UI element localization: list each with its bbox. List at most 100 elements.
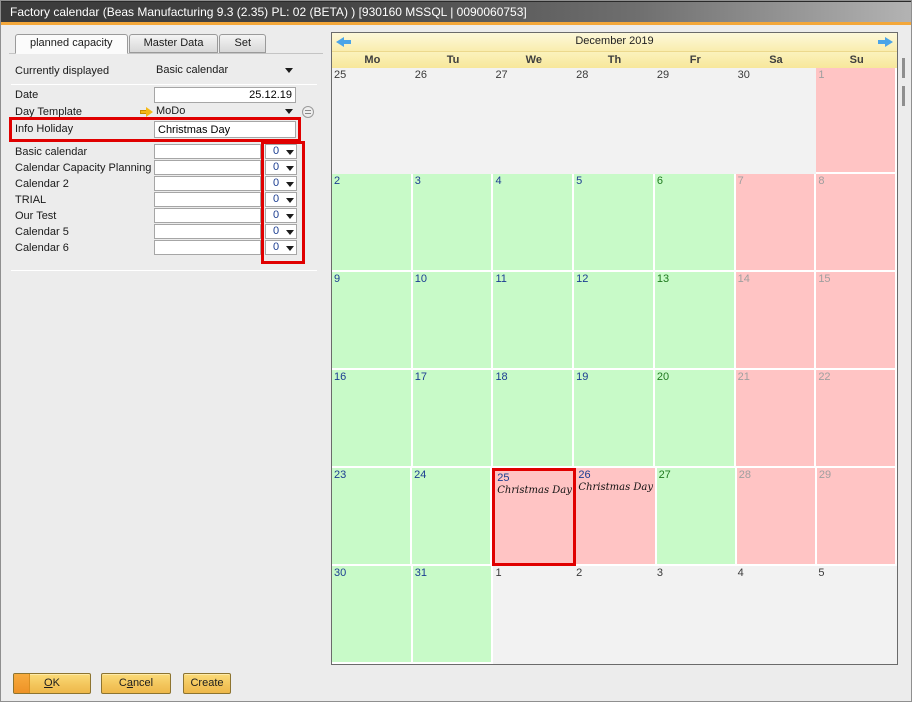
day-number: 30	[736, 68, 815, 81]
tab-set[interactable]: Set	[219, 34, 266, 53]
day-cell[interactable]: 27	[657, 468, 737, 566]
calendar-row-selector[interactable]: 0	[265, 224, 297, 239]
weekday-label: Sa	[736, 52, 817, 68]
calendar-row-selector[interactable]: 0	[265, 192, 297, 207]
day-cell[interactable]: 25	[332, 68, 413, 174]
day-number: 27	[493, 68, 572, 81]
day-cell[interactable]: 16	[332, 370, 413, 468]
day-number: 11	[493, 272, 572, 285]
day-cell[interactable]: 23	[332, 468, 412, 566]
day-number: 2	[574, 566, 653, 579]
day-cell[interactable]: 1	[816, 68, 897, 174]
day-cell[interactable]: 4	[493, 174, 574, 272]
date-field[interactable]	[154, 87, 296, 103]
day-cell[interactable]: 24	[412, 468, 492, 566]
day-number: 2	[332, 174, 411, 187]
calendar-row-label: Calendar Capacity Planning	[15, 162, 151, 174]
day-cell[interactable]: 26	[413, 68, 494, 174]
day-cell[interactable]: 20	[655, 370, 736, 468]
scrollbar-marks[interactable]	[902, 58, 905, 114]
info-holiday-field[interactable]	[154, 121, 296, 138]
day-number: 28	[737, 468, 815, 481]
day-cell[interactable]: 13	[655, 272, 736, 370]
form-settings-icon[interactable]	[302, 106, 314, 118]
day-cell[interactable]: 28	[737, 468, 817, 566]
currently-displayed-label: Currently displayed	[15, 65, 109, 77]
tab-planned-capacity[interactable]: planned capacity	[15, 34, 128, 54]
day-template-label: Day Template	[15, 106, 82, 118]
selector-value: 0	[273, 193, 279, 205]
calendar-row-selector[interactable]: 0	[265, 160, 297, 175]
date-label: Date	[15, 89, 38, 101]
title-bar[interactable]: Factory calendar (Beas Manufacturing 9.3…	[1, 1, 911, 22]
calendar-row-input[interactable]	[154, 160, 261, 175]
weekday-label: Tu	[413, 52, 494, 68]
day-number: 4	[736, 566, 815, 579]
right-arrow-icon[interactable]	[878, 37, 893, 47]
day-number: 4	[493, 174, 572, 187]
day-cell[interactable]: 3	[413, 174, 494, 272]
day-cell[interactable]: 18	[493, 370, 574, 468]
currently-displayed-combo[interactable]: Basic calendar	[154, 63, 296, 78]
day-cell[interactable]: 9	[332, 272, 413, 370]
weekday-label: Su	[816, 52, 897, 68]
day-number: 21	[736, 370, 815, 383]
day-cell[interactable]: 2	[574, 566, 655, 664]
day-number: 18	[493, 370, 572, 383]
day-cell[interactable]: 22	[816, 370, 897, 468]
calendar-row-input[interactable]	[154, 208, 261, 223]
calendar-row-input[interactable]	[154, 192, 261, 207]
day-cell[interactable]: 8	[816, 174, 897, 272]
day-cell[interactable]: 29	[655, 68, 736, 174]
day-cell[interactable]: 12	[574, 272, 655, 370]
tab-master-data[interactable]: Master Data	[129, 34, 219, 53]
ok-button[interactable]: OK	[13, 673, 91, 694]
info-holiday-label: Info Holiday	[15, 123, 73, 135]
day-cell[interactable]: 2	[332, 174, 413, 272]
calendar-row-input[interactable]	[154, 224, 261, 239]
day-cell[interactable]: 11	[493, 272, 574, 370]
calendar-row-selector[interactable]: 0	[265, 208, 297, 223]
calendar-row-input[interactable]	[154, 176, 261, 191]
day-number: 12	[574, 272, 653, 285]
day-cell[interactable]: 30	[332, 566, 413, 664]
day-note: Christmas Day	[495, 485, 573, 496]
calendar-row-selector[interactable]: 0	[265, 240, 297, 255]
day-template-combo[interactable]: MoDo	[154, 104, 296, 119]
calendar-row-selector[interactable]: 0	[265, 144, 297, 159]
day-cell[interactable]: 10	[413, 272, 494, 370]
day-cell[interactable]: 28	[574, 68, 655, 174]
day-cell[interactable]: 30	[736, 68, 817, 174]
day-number: 29	[655, 68, 734, 81]
day-cell[interactable]: 29	[817, 468, 897, 566]
day-cell[interactable]: 6	[655, 174, 736, 272]
day-cell[interactable]: 17	[413, 370, 494, 468]
calendar-row-input[interactable]	[154, 144, 261, 159]
day-cell[interactable]: 31	[413, 566, 494, 664]
day-cell[interactable]: 27	[493, 68, 574, 174]
day-cell[interactable]: 19	[574, 370, 655, 468]
day-cell[interactable]: 5	[574, 174, 655, 272]
day-note: Christmas Day	[576, 482, 654, 493]
cancel-button[interactable]: Cancel	[101, 673, 171, 694]
selector-value: 0	[273, 161, 279, 173]
day-cell[interactable]: 15	[816, 272, 897, 370]
link-arrow-icon[interactable]	[140, 107, 154, 117]
day-template-value: MoDo	[156, 105, 185, 117]
day-cell[interactable]: 7	[736, 174, 817, 272]
day-cell-selected[interactable]: 25Christmas Day	[492, 468, 576, 566]
chevron-down-icon	[286, 214, 294, 219]
create-button[interactable]: Create	[183, 673, 231, 694]
day-cell[interactable]: 5	[816, 566, 897, 664]
day-cell[interactable]: 21	[736, 370, 817, 468]
day-cell[interactable]: 3	[655, 566, 736, 664]
day-cell[interactable]: 1	[493, 566, 574, 664]
day-number: 13	[655, 272, 734, 285]
calendar-row-selector[interactable]: 0	[265, 176, 297, 191]
day-cell[interactable]: 26Christmas Day	[576, 468, 656, 566]
row-basic-calendar: Basic calendar0	[1, 144, 331, 160]
day-cell[interactable]: 4	[736, 566, 817, 664]
calendar-grid: 2526272829301234567891011121314151617181…	[332, 68, 897, 664]
calendar-row-input[interactable]	[154, 240, 261, 255]
day-cell[interactable]: 14	[736, 272, 817, 370]
